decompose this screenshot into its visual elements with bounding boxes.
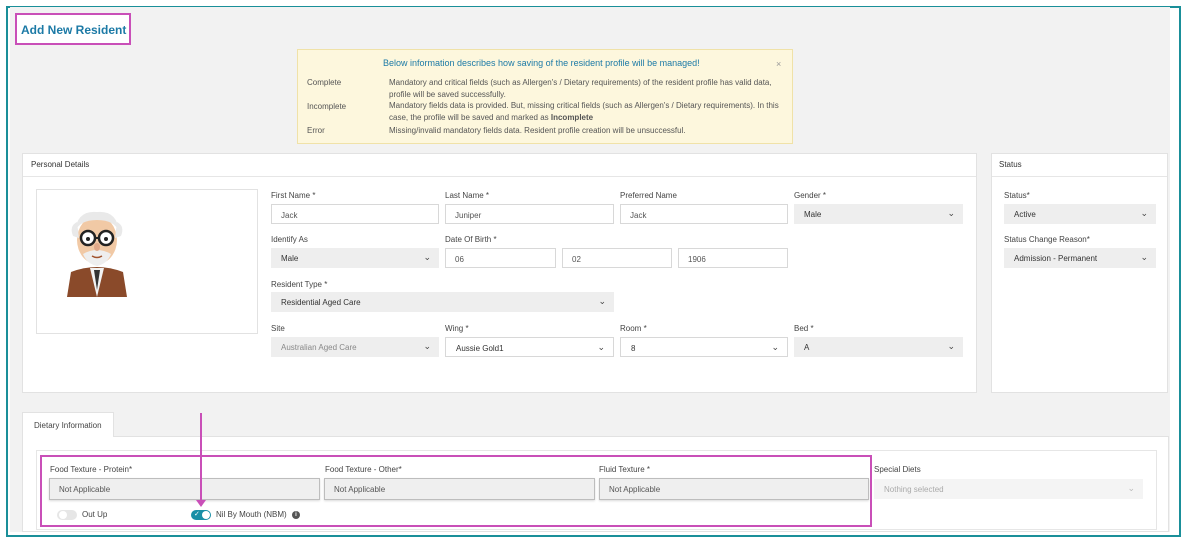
resident-type-label: Resident Type * [271, 280, 328, 289]
dob-label: Date Of Birth * [445, 235, 497, 244]
chevron-down-icon: ⌄ [1140, 252, 1148, 262]
status-header: Status [999, 160, 1022, 169]
status-reason-value: Admission - Permanent [1014, 254, 1098, 263]
status-card [991, 153, 1168, 393]
site-label: Site [271, 324, 285, 333]
room-value: 8 [631, 344, 636, 353]
bed-label: Bed * [794, 324, 814, 333]
special-diets-label: Special Diets [874, 465, 921, 474]
chevron-down-icon: ⌄ [947, 341, 955, 351]
identify-as-label: Identify As [271, 235, 308, 244]
info-label-complete: Complete [307, 78, 342, 87]
dietary-highlight [40, 455, 872, 527]
status-label: Status* [1004, 191, 1030, 200]
divider [23, 176, 976, 177]
dob-month-input[interactable]: 02 [562, 248, 672, 268]
page-title: Add New Resident [21, 23, 127, 37]
resident-type-select[interactable]: Residential Aged Care ⌄ [271, 292, 614, 312]
annotation-arrow [200, 413, 202, 503]
resident-avatar-icon [67, 211, 127, 297]
bed-select[interactable]: A ⌄ [794, 337, 963, 357]
close-icon[interactable]: × [776, 59, 781, 69]
last-name-input[interactable]: Juniper [445, 204, 614, 224]
resident-type-value: Residential Aged Care [281, 298, 361, 307]
info-label-incomplete: Incomplete [307, 102, 347, 111]
gender-label: Gender * [794, 191, 827, 200]
divider [992, 176, 1167, 177]
status-select[interactable]: Active ⌄ [1004, 204, 1156, 224]
tab-dietary-information[interactable]: Dietary Information [22, 412, 114, 437]
bed-value: A [804, 343, 810, 352]
identify-as-select[interactable]: Male ⌄ [271, 248, 439, 268]
first-name-input[interactable]: Jack [271, 204, 439, 224]
chevron-down-icon: ⌄ [423, 252, 431, 262]
personal-details-header: Personal Details [31, 160, 90, 169]
status-reason-label: Status Change Reason* [1004, 235, 1090, 244]
annotation-arrow-head [196, 500, 206, 507]
status-reason-select[interactable]: Admission - Permanent ⌄ [1004, 248, 1156, 268]
first-name-label: First Name * [271, 191, 316, 200]
chevron-down-icon: ⌄ [1140, 208, 1148, 218]
gender-select[interactable]: Male ⌄ [794, 204, 963, 224]
preferred-name-input[interactable]: Jack [620, 204, 788, 224]
info-text-complete: Mandatory and critical fields (such as A… [389, 78, 772, 99]
special-diets-select[interactable]: Nothing selected ⌄ [874, 479, 1143, 499]
special-diets-value: Nothing selected [884, 485, 944, 494]
wing-label: Wing * [445, 324, 469, 333]
site-select[interactable]: Australian Aged Care ⌄ [271, 337, 439, 357]
info-text-incomplete: Mandatory fields data is provided. But, … [389, 100, 784, 124]
last-name-label: Last Name * [445, 191, 490, 200]
wing-value: Aussie Gold1 [456, 344, 504, 353]
status-value: Active [1014, 210, 1036, 219]
info-banner-title: Below information describes how saving o… [383, 58, 700, 68]
chevron-down-icon: ⌄ [423, 341, 431, 351]
identify-as-value: Male [281, 254, 299, 263]
gender-value: Male [804, 210, 822, 219]
room-label: Room * [620, 324, 647, 333]
chevron-down-icon: ⌄ [597, 342, 605, 352]
chevron-down-icon: ⌄ [1127, 483, 1135, 493]
site-value: Australian Aged Care [281, 343, 357, 352]
info-text-incomplete-bold: Incomplete [550, 113, 594, 122]
wing-select[interactable]: Aussie Gold1 ⌄ [445, 337, 614, 357]
dob-day-input[interactable]: 06 [445, 248, 556, 268]
info-text-error: Missing/invalid mandatory fields data. R… [389, 126, 686, 135]
chevron-down-icon: ⌄ [771, 342, 779, 352]
chevron-down-icon: ⌄ [598, 296, 606, 306]
avatar[interactable] [36, 189, 258, 334]
chevron-down-icon: ⌄ [947, 208, 955, 218]
dob-year-input[interactable]: 1906 [678, 248, 788, 268]
info-label-error: Error [307, 126, 325, 135]
room-select[interactable]: 8 ⌄ [620, 337, 788, 357]
preferred-name-label: Preferred Name [620, 191, 677, 200]
